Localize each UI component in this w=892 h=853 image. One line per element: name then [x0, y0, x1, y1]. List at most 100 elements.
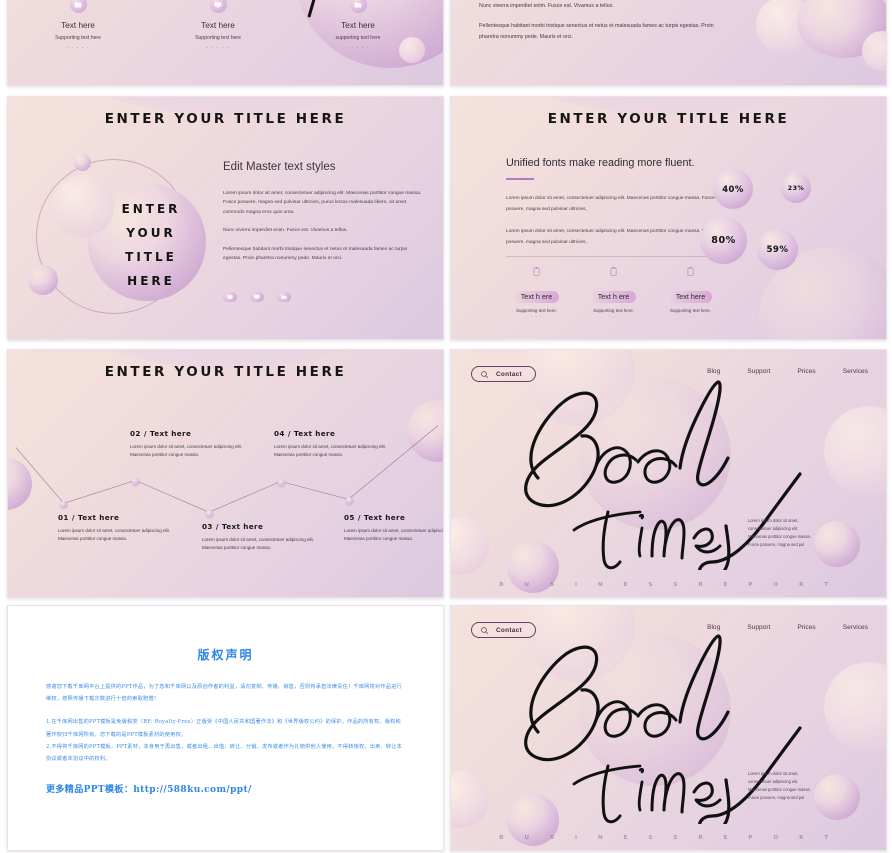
slide-paragraphs[interactable]: Nunc viverra imperdiet enim. Fusce est. … [450, 0, 887, 86]
slide-web-hero-a[interactable]: Contact Blog Support Prices Services Lor… [450, 349, 887, 598]
image-icon [69, 0, 87, 13]
hero-wordmark: ENTER YOUR TITLE HERE [86, 197, 216, 293]
link-label: 更多精品PPT模板： [46, 785, 134, 796]
step-body: Lorem ipsum dolor sit amet, consectetuer… [58, 528, 171, 542]
step-label: Text here [363, 513, 406, 522]
copyright-term: 2.不得将千库网的PPT模板、PPT素材，本身用于再出售，或者出租、出借、转让、… [46, 743, 403, 763]
trio-item[interactable]: Text here supporting text here - - - - - [310, 0, 406, 51]
stats-heading: Unified fonts make reading more fluent. [506, 157, 695, 169]
web-body-line: consectetuer adipiscing elit. [748, 779, 799, 785]
web-body-line: Lorem ipsum dolor sit amet, [748, 518, 799, 524]
folder-icon[interactable] [277, 292, 291, 302]
hero-line: HERE [127, 274, 175, 288]
slide-icon-trio[interactable]: Text here Supporting text here - - - - -… [7, 0, 444, 86]
step-number: 02 [130, 429, 141, 438]
web-footer-text: B U S I N E S S R E P O R T [499, 835, 838, 841]
search-icon [481, 626, 489, 634]
decorative-orb [451, 517, 489, 575]
zigzag-step-04[interactable]: 04/Text here Lorem ipsum dolor sit amet,… [274, 429, 399, 460]
slide-copyright[interactable]: 版权声明 感谢您下载千库网平台上提供的PPT作品，为了您和千库网以及原创作者的利… [7, 605, 444, 851]
trio-subtitle: Supporting text here [55, 35, 101, 41]
folder-icon [349, 0, 367, 13]
nav-item-support[interactable]: Support [747, 624, 770, 631]
nav-item-prices[interactable]: Prices [797, 368, 815, 375]
image-icon[interactable] [223, 292, 237, 302]
zigzag-step-02[interactable]: 02/Text here Lorem ipsum dolor sit amet,… [130, 429, 255, 460]
trio-item[interactable]: Text here Supporting text here - - - - - [170, 0, 266, 51]
trio-item[interactable]: Text here Supporting text here - - - - - [30, 0, 126, 51]
trio-subtitle: Supporting text here [195, 35, 241, 41]
zigzag-line-chart [15, 425, 439, 513]
more-templates-link[interactable]: 更多精品PPT模板：http://588ku.com/ppt/ [46, 782, 405, 795]
step-separator: / [357, 513, 361, 522]
step-number: 05 [344, 513, 355, 522]
stats-card-dashes: - - - [685, 313, 696, 318]
step-body: Lorem ipsum dolor sit amet, consectetuer… [130, 444, 243, 458]
copyright-title: 版权声明 [197, 648, 254, 662]
nav-item-services[interactable]: Services [843, 368, 868, 375]
stats-card-dashes: - - - [531, 313, 542, 318]
decorative-orb [756, 0, 814, 54]
step-body: Lorem ipsum dolor sit amet, consectetuer… [274, 444, 387, 458]
decorative-orb [824, 662, 886, 752]
page-title: ENTER YOUR TITLE HERE [104, 111, 347, 127]
icon-trio-group: Text here Supporting text here - - - - -… [30, 0, 406, 51]
stats-card[interactable]: Text here Supporting text here. - - - [660, 267, 721, 318]
copyright-body: 版权声明 感谢您下载千库网平台上提供的PPT作品，为了您和千库网以及原创作者的利… [8, 606, 443, 850]
bubble-value-23: 23% [781, 173, 811, 203]
contact-label: Contact [496, 370, 522, 378]
trio-title: Text here [61, 21, 95, 30]
zigzag-step-01[interactable]: 01/Text here Lorem ipsum dolor sit amet,… [58, 513, 183, 544]
chart-node-02 [132, 478, 139, 485]
slide-stats[interactable]: ENTER YOUR TITLE HERE Unified fonts make… [450, 96, 887, 340]
nav-item-support[interactable]: Support [747, 368, 770, 375]
divider [506, 256, 721, 257]
hero-paragraph: Pellentesque habitant morbi tristique se… [223, 246, 408, 262]
step-label: Text here [293, 429, 336, 438]
nav-item-blog[interactable]: Blog [707, 368, 720, 375]
web-body-line: consectetuer adipiscing elit. [748, 526, 799, 532]
paragraph: Nunc viverra imperdiet enim. Fusce est. … [479, 3, 614, 9]
nav-item-blog[interactable]: Blog [707, 624, 720, 631]
zigzag-step-05[interactable]: 05/Text here Lorem ipsum dolor sit amet,… [344, 513, 443, 544]
stats-paragraph: Lorem ipsum dolor sit amet, consectetuer… [506, 195, 715, 212]
chart-node-01 [60, 501, 67, 508]
step-number: 03 [202, 522, 213, 531]
monitor-icon [209, 0, 227, 13]
decorative-orb [814, 521, 860, 567]
step-number: 01 [58, 513, 69, 522]
web-navbar: Contact Blog Support Prices Services [451, 366, 886, 382]
hero-line: YOUR [126, 226, 176, 240]
clipboard-icon [687, 267, 694, 276]
web-navbar: Contact Blog Support Prices Services [451, 622, 886, 638]
chart-node-04 [278, 479, 285, 486]
step-body: Lorem ipsum dolor sit amet, consectetuer… [202, 537, 315, 551]
decorative-orb [579, 378, 731, 530]
web-body-line: Maecenas porttitor congue massa. [748, 787, 811, 793]
stats-card-label: Text here [668, 290, 713, 303]
bubble-value-40: 40% [713, 169, 753, 209]
stats-card[interactable]: Text h ere Supporting text here. - - - [506, 267, 567, 318]
hero-copy-block: Edit Master text styles Lorem ipsum dolo… [223, 159, 425, 273]
zigzag-step-03[interactable]: 03/Text here Lorem ipsum dolor sit amet,… [202, 522, 327, 553]
page-title: ENTER YOUR TITLE HERE [547, 111, 790, 127]
step-label: Text here [149, 429, 192, 438]
contact-button[interactable]: Contact [471, 366, 536, 382]
monitor-icon[interactable] [250, 292, 264, 302]
trio-subtitle: supporting text here [335, 35, 381, 41]
web-body-line: Fusce posuere, magna sed pul [748, 542, 805, 548]
slide-zigzag[interactable]: ENTER YOUR TITLE HERE 01/Text here Lorem… [7, 349, 444, 598]
hero-paragraph: Nunc viverra imperdiet enim. Fusce est. … [223, 228, 348, 234]
copyright-intro: 感谢您下载千库网平台上提供的PPT作品，为了您和千库网以及原创作者的利益，请勿复… [46, 684, 402, 703]
slide-hero[interactable]: ENTER YOUR TITLE HERE ENTER YOUR TITLE H… [7, 96, 444, 340]
web-body-line: Lorem ipsum dolor sit amet, [748, 771, 799, 777]
slide-web-hero-b[interactable]: Contact Blog Support Prices Services Lor… [450, 605, 887, 851]
copyright-term: 1.在千库网出售的PPT模板是免版税类（RF: Royalty-Free）正版受… [46, 719, 401, 738]
stats-card[interactable]: Text h ere Supporting text here. - - - [583, 267, 644, 318]
slide-thumbnail-gallery: Text here Supporting text here - - - - -… [0, 0, 892, 853]
nav-item-prices[interactable]: Prices [797, 624, 815, 631]
decorative-orb [74, 154, 91, 171]
contact-button[interactable]: Contact [471, 622, 536, 638]
paragraph-block: Nunc viverra imperdiet enim. Fusce est. … [479, 1, 729, 52]
nav-item-services[interactable]: Services [843, 624, 868, 631]
